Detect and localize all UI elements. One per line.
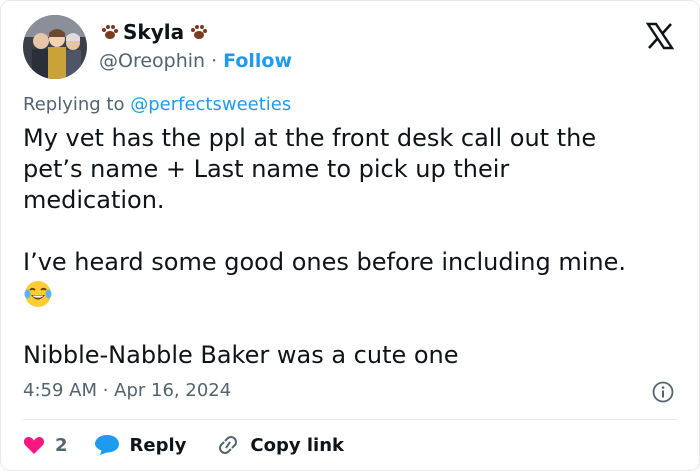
reply-label: Reply — [129, 434, 187, 456]
divider — [23, 419, 677, 420]
tweet-card: Skyla @Oreophin · Follow Replying to @pe… — [0, 0, 700, 471]
tweet-line: I’ve heard some good ones before includi… — [23, 248, 626, 276]
tweet-line: medication. — [23, 186, 165, 214]
replying-prefix: Replying to — [23, 94, 125, 115]
x-logo-icon[interactable] — [645, 21, 675, 51]
timestamp[interactable]: 4:59 AM · Apr 16, 2024 — [23, 380, 231, 401]
tweet-line: pet’s name + Last name to pick up their — [23, 155, 510, 183]
like-button[interactable]: 2 — [23, 435, 68, 456]
paw-icon — [188, 22, 208, 42]
heart-icon — [23, 435, 45, 455]
separator: · — [211, 50, 218, 72]
tweet-line: My vet has the ppl at the front desk cal… — [23, 124, 597, 152]
follow-button[interactable]: Follow — [223, 50, 292, 72]
like-count: 2 — [55, 434, 68, 456]
copy-link-button[interactable]: Copy link — [216, 434, 344, 456]
author-name-row[interactable]: Skyla — [99, 20, 208, 44]
reply-button[interactable]: Reply — [94, 434, 187, 456]
handle-row: @Oreophin · Follow — [99, 50, 292, 72]
joy-emoji — [23, 279, 53, 309]
paw-icon — [99, 22, 119, 42]
emoji-line — [23, 278, 683, 309]
handle[interactable]: @Oreophin — [99, 50, 205, 72]
replying-mention[interactable]: @perfectsweeties — [130, 94, 291, 115]
reply-bubble-icon — [94, 434, 120, 456]
link-icon — [216, 434, 240, 456]
replying-to: Replying to @perfectsweeties — [23, 94, 291, 115]
copy-link-label: Copy link — [250, 434, 344, 456]
info-icon[interactable] — [652, 381, 674, 403]
action-bar: 2 Reply Copy link — [23, 432, 344, 458]
display-name[interactable]: Skyla — [123, 20, 184, 44]
tweet-line: Nibble-Nabble Baker was a cute one — [23, 341, 459, 369]
tweet-body: My vet has the ppl at the front desk cal… — [23, 123, 683, 371]
avatar[interactable] — [23, 15, 87, 79]
